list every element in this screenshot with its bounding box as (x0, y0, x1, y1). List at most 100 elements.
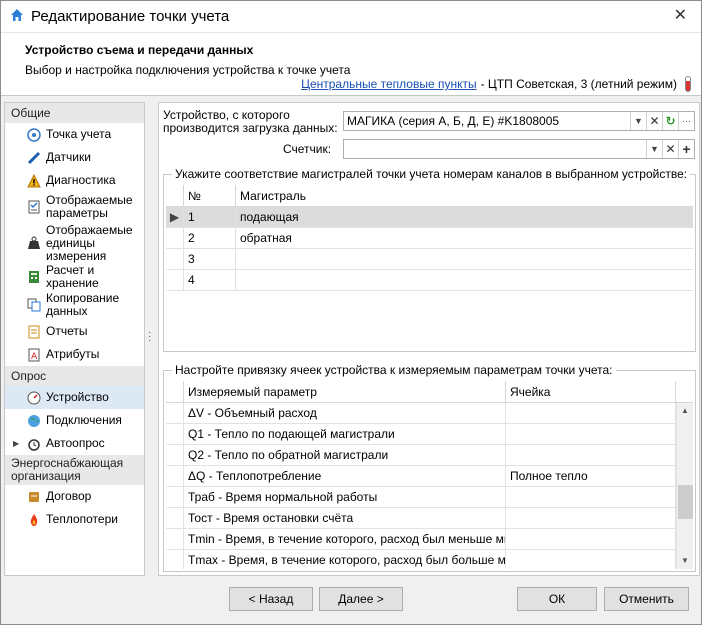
sidebar-item-label: Подключения (46, 413, 122, 427)
cell-cell[interactable] (506, 424, 676, 444)
col-cell-header[interactable]: Ячейка (506, 381, 676, 402)
page-subtitle: Выбор и настройка подключения устройства… (25, 63, 351, 77)
cell-param: Q1 - Тепло по подающей магистрали (184, 424, 506, 444)
sidebar-item-device[interactable]: Устройство (5, 386, 144, 409)
cell-param: Tmin - Время, в течение которого, расход… (184, 529, 506, 549)
add-icon[interactable]: + (678, 140, 694, 158)
dropdown-arrow-icon[interactable]: ▼ (646, 140, 662, 158)
device-combo[interactable]: МАГИКА (серия А, Б, Д, Е) #K1808005 ▼ ✕ … (343, 111, 695, 131)
refresh-icon[interactable]: ↻ (662, 112, 678, 130)
cell-main[interactable] (236, 249, 693, 269)
col-param-header[interactable]: Измеряемый параметр (184, 381, 506, 402)
cancel-button[interactable]: Отменить (604, 587, 689, 611)
close-icon[interactable]: ✕ (674, 8, 687, 24)
sidebar-item-point[interactable]: Точка учета (5, 123, 144, 146)
col-num-header[interactable]: № (184, 185, 236, 206)
cell-main[interactable]: обратная (236, 228, 693, 248)
counter-combo[interactable]: ▼ ✕ + (343, 139, 695, 159)
scroll-thumb[interactable] (678, 485, 693, 519)
location-link[interactable]: Центральные тепловые пункты (301, 77, 477, 91)
sidebar-item-units[interactable]: Отображаемые единицы измерения (5, 222, 144, 264)
params-group: Настройте привязку ячеек устройства к из… (163, 363, 696, 572)
table-row[interactable]: Q1 - Тепло по подающей магистрали (166, 424, 693, 445)
cell-param: Q2 - Тепло по обратной магистрали (184, 445, 506, 465)
params-scrollbar[interactable]: ▲ ▼ (676, 403, 693, 569)
sidebar-item-copy[interactable]: Копирование данных (5, 290, 144, 320)
warning-icon (27, 173, 41, 188)
sidebar-item-reports[interactable]: Отчеты (5, 320, 144, 343)
cell-param: Тост - Время остановки счёта (184, 508, 506, 528)
sidebar-item-autopoll[interactable]: ▶ Автоопрос (5, 432, 144, 455)
sidebar-item-params[interactable]: Отображаемые параметры (5, 192, 144, 222)
col-main-header[interactable]: Магистраль (236, 185, 693, 206)
cell-cell[interactable] (506, 403, 676, 423)
sidebar-item-sensors[interactable]: Датчики (5, 146, 144, 169)
sidebar-item-label: Теплопотери (46, 512, 118, 526)
ok-button[interactable]: ОК (517, 587, 597, 611)
table-row[interactable]: ΔV - Объемный расход (166, 403, 693, 424)
sidebar-item-label: Устройство (46, 390, 109, 404)
report-icon (27, 325, 41, 339)
alarm-clock-icon (27, 437, 41, 451)
table-row[interactable]: 3 (166, 249, 693, 270)
sensor-icon (27, 151, 41, 165)
cell-cell[interactable]: Полное тепло (506, 466, 676, 486)
cell-main[interactable]: подающая (236, 207, 693, 227)
expand-arrow-icon[interactable]: ▶ (13, 437, 19, 450)
cell-cell[interactable] (506, 487, 676, 507)
sidebar-item-label: Точка учета (46, 127, 112, 141)
row-pointer-icon: ▶ (166, 207, 184, 227)
sidebar-item-connections[interactable]: Подключения (5, 409, 144, 432)
table-row[interactable]: Тост - Время остановки счёта (166, 508, 693, 529)
sidebar-item-label: Расчет и хранение (46, 263, 99, 290)
channels-legend: Укажите соответствие магистралей точки у… (172, 167, 691, 181)
back-button[interactable]: < Назад (229, 587, 313, 611)
sidebar-item-attributes[interactable]: A Атрибуты (5, 343, 144, 366)
sidebar-item-label: Копирование данных (46, 291, 120, 318)
table-row[interactable]: 2 обратная (166, 228, 693, 249)
channels-grid: № Магистраль ▶ 1 подающая 2 обратная 3 4 (166, 185, 693, 349)
dropdown-arrow-icon[interactable]: ▼ (630, 112, 646, 130)
channels-header: № Магистраль (166, 185, 693, 207)
table-row[interactable]: Tmin - Время, в течение которого, расход… (166, 529, 693, 550)
more-icon[interactable]: ··· (678, 112, 694, 130)
main-panel: Устройство, с которого производится загр… (158, 102, 700, 576)
splitter-handle[interactable]: · · · (148, 328, 152, 346)
cell-cell[interactable] (506, 550, 676, 569)
clear-icon[interactable]: ✕ (662, 140, 678, 158)
weight-icon (27, 236, 41, 250)
table-row[interactable]: ▶ 1 подающая (166, 207, 693, 228)
cell-num: 2 (184, 228, 236, 248)
next-button[interactable]: Далее > (319, 587, 403, 611)
scroll-up-icon[interactable]: ▲ (677, 403, 693, 419)
cell-main[interactable] (236, 270, 693, 290)
sidebar-item-label: Отображаемые единицы измерения (46, 222, 133, 263)
params-header: Измеряемый параметр Ячейка (166, 381, 693, 403)
location-breadcrumb: Центральные тепловые пункты - ЦТП Советс… (301, 76, 691, 92)
sidebar-item-contract[interactable]: Договор (5, 485, 144, 508)
sidebar-item-label: Автоопрос (46, 436, 105, 450)
sidebar-item-label: Отчеты (46, 324, 88, 338)
table-row[interactable]: Q2 - Тепло по обратной магистрали (166, 445, 693, 466)
cell-cell[interactable] (506, 508, 676, 528)
table-row[interactable]: 4 (166, 270, 693, 291)
sidebar-item-diagnostics[interactable]: Диагностика (5, 169, 144, 192)
table-row[interactable]: Траб - Время нормальной работы (166, 487, 693, 508)
page-title: Устройство съема и передачи данных (25, 43, 254, 57)
home-icon (9, 7, 25, 26)
sidebar-item-label: Атрибуты (46, 347, 100, 361)
sidebar-item-calc[interactable]: Расчет и хранение (5, 264, 144, 290)
clear-icon[interactable]: ✕ (646, 112, 662, 130)
sidebar-group-general: Общие (5, 103, 144, 123)
cell-cell[interactable] (506, 529, 676, 549)
sidebar-item-heatloss[interactable]: Теплопотери (5, 508, 144, 531)
params-legend: Настройте привязку ячеек устройства к из… (172, 363, 616, 377)
cell-num: 4 (184, 270, 236, 290)
table-row[interactable]: Tmax - Время, в течение которого, расход… (166, 550, 693, 569)
scroll-down-icon[interactable]: ▼ (677, 553, 693, 569)
cell-cell[interactable] (506, 445, 676, 465)
table-row[interactable]: ΔQ - Теплопотребление Полное тепло (166, 466, 693, 487)
sidebar: Общие Точка учета Датчики Диагностика От… (4, 102, 145, 576)
copy-icon (27, 298, 41, 312)
device-label: Устройство, с которого производится загр… (163, 108, 338, 135)
